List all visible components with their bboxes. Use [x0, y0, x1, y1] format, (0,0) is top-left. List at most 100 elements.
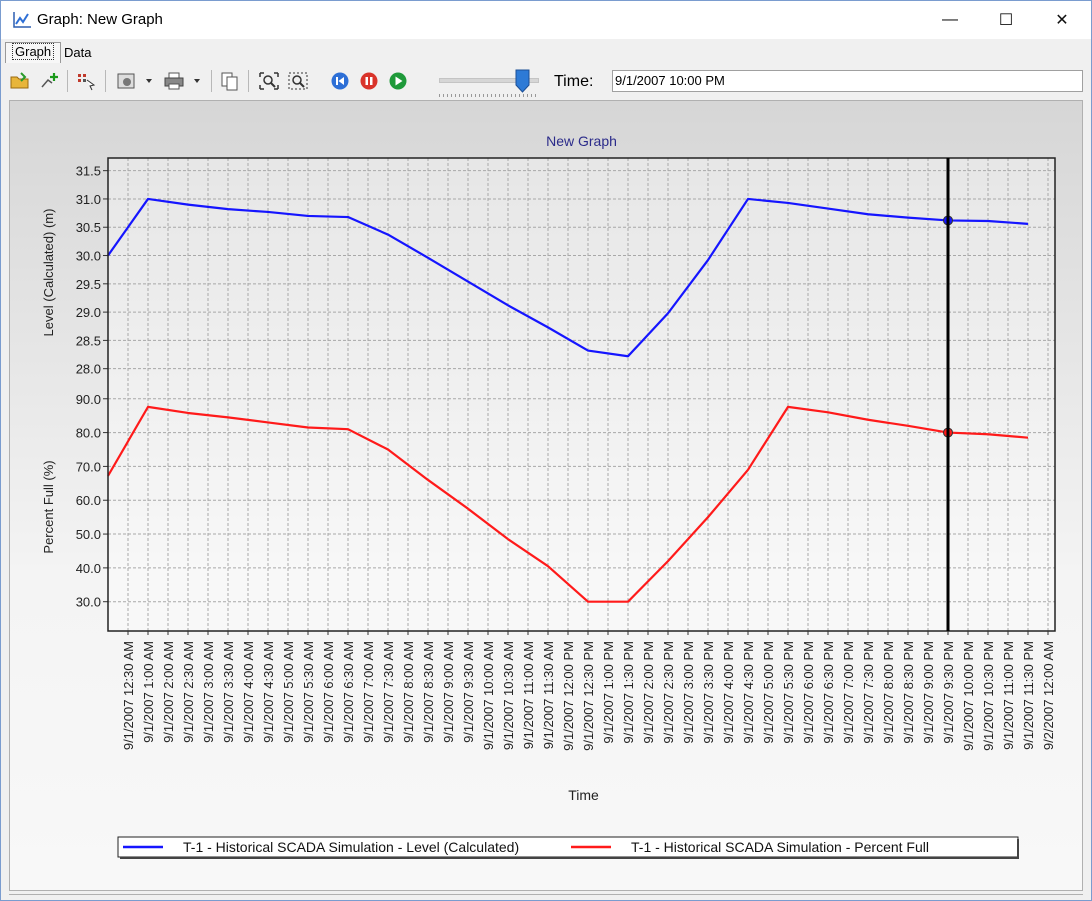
y-tick-label: 60.0 — [76, 493, 101, 508]
x-tick-label: 9/1/2007 10:00 PM — [961, 641, 976, 751]
print-icon[interactable] — [163, 71, 205, 91]
x-tick-label: 9/1/2007 6:30 AM — [341, 641, 356, 743]
y-tick-label: 30.5 — [76, 220, 101, 235]
open-folder-icon[interactable] — [9, 71, 31, 91]
tab-data[interactable]: Data — [58, 44, 97, 62]
graph-window: Graph: New Graph — ☐ ✕ Graph Data Time: … — [0, 0, 1092, 901]
x-tick-label: 9/1/2007 1:00 PM — [601, 641, 616, 744]
play-icon[interactable] — [387, 71, 409, 91]
x-tick-label: 9/1/2007 3:30 PM — [701, 641, 716, 744]
rewind-icon[interactable] — [329, 71, 351, 91]
settings-icon[interactable] — [115, 71, 157, 91]
x-tick-label: 9/1/2007 10:00 AM — [481, 641, 496, 750]
tab-graph[interactable]: Graph — [5, 42, 62, 63]
x-tick-label: 9/1/2007 3:30 AM — [221, 641, 236, 743]
panel-divider — [9, 894, 1083, 895]
y-axis-label: Level (Calculated) (m) — [41, 209, 56, 337]
y-tick-label: 40.0 — [76, 561, 101, 576]
y-tick-label: 50.0 — [76, 527, 101, 542]
toolbar-separator — [67, 70, 68, 92]
x-tick-label: 9/1/2007 5:00 PM — [761, 641, 776, 744]
toolbar-separator — [211, 70, 212, 92]
x-axis-label: Time — [568, 787, 599, 803]
x-tick-label: 9/1/2007 1:30 PM — [621, 641, 636, 744]
zoom-window-icon[interactable] — [287, 71, 309, 91]
x-tick-label: 9/1/2007 5:00 AM — [281, 641, 296, 743]
y-tick-label: 28.5 — [76, 333, 101, 348]
x-tick-label: 9/1/2007 4:00 AM — [241, 641, 256, 743]
x-tick-label: 9/1/2007 4:30 AM — [261, 641, 276, 743]
legend: T-1 - Historical SCADA Simulation - Leve… — [117, 836, 1019, 859]
series-select-icon[interactable] — [75, 71, 97, 91]
time-slider-ticks — [439, 94, 537, 97]
x-tick-label: 9/1/2007 6:00 PM — [801, 641, 816, 744]
zoom-extents-icon[interactable] — [258, 71, 280, 91]
tab-data-label: Data — [64, 45, 92, 60]
x-tick-label: 9/1/2007 2:30 PM — [661, 641, 676, 744]
x-tick-label: 9/1/2007 7:00 PM — [841, 641, 856, 744]
x-tick-label: 9/1/2007 9:00 PM — [921, 641, 936, 744]
toolbar-separator — [105, 70, 106, 92]
x-tick-label: 9/1/2007 9:30 PM — [941, 641, 956, 744]
x-tick-label: 9/1/2007 10:30 PM — [981, 641, 996, 751]
minimize-button[interactable]: — — [927, 1, 973, 39]
x-tick-label: 9/1/2007 7:00 AM — [361, 641, 376, 743]
toolbar-separator — [248, 70, 249, 92]
y-tick-label: 31.0 — [76, 192, 101, 207]
time-label: Time: — [554, 73, 594, 90]
add-series-icon[interactable] — [39, 71, 61, 91]
close-button[interactable]: ✕ — [1039, 1, 1085, 39]
time-input[interactable]: 9/1/2007 10:00 PM — [612, 70, 1083, 92]
y-tick-label: 80.0 — [76, 426, 101, 441]
x-tick-label: 9/1/2007 3:00 AM — [201, 641, 216, 743]
x-tick-label: 9/1/2007 5:30 PM — [781, 641, 796, 744]
x-tick-label: 9/1/2007 2:30 AM — [181, 641, 196, 743]
x-tick-label: 9/1/2007 9:30 AM — [461, 641, 476, 743]
y-tick-label: 31.5 — [76, 164, 101, 179]
x-tick-label: 9/1/2007 6:30 PM — [821, 641, 836, 744]
x-tick-label: 9/1/2007 10:30 AM — [501, 641, 516, 750]
x-tick-label: 9/2/2007 12:00 AM — [1041, 641, 1056, 750]
x-tick-label: 9/1/2007 11:00 PM — [1001, 641, 1016, 750]
x-tick-label: 9/1/2007 7:30 AM — [381, 641, 396, 743]
chart-panel: 28.0 28.5 29.0 29.5 30.0 30.5 31.0 31.5 Level (C… — [9, 100, 1083, 891]
tab-strip: Graph Data — [1, 40, 1091, 64]
x-tick-label: 9/1/2007 11:30 PM — [1021, 641, 1036, 750]
window-title: Graph: New Graph — [37, 11, 163, 28]
chart-title: New Graph — [546, 133, 617, 149]
y-tick-label: 29.5 — [76, 277, 101, 292]
pause-icon[interactable] — [358, 71, 380, 91]
y-axis-label: Percent Full (%) — [41, 460, 56, 553]
x-tick-label: 9/1/2007 8:30 PM — [901, 641, 916, 744]
maximize-button[interactable]: ☐ — [983, 1, 1029, 39]
x-tick-label: 9/1/2007 4:30 PM — [741, 641, 756, 744]
x-tick-label: 9/1/2007 8:30 AM — [421, 641, 436, 743]
tab-graph-label: Graph — [12, 43, 55, 60]
x-tick-label: 9/1/2007 11:30 AM — [541, 641, 556, 749]
x-tick-label: 9/1/2007 7:30 PM — [861, 641, 876, 744]
x-tick-label: 9/1/2007 3:00 PM — [681, 641, 696, 744]
x-tick-label: 9/1/2007 8:00 PM — [881, 641, 896, 744]
x-tick-label: 9/1/2007 12:30 PM — [581, 641, 596, 751]
x-tick-label: 9/1/2007 12:00 PM — [561, 641, 576, 751]
y-tick-label: 30.0 — [76, 249, 101, 264]
x-tick-label: 9/1/2007 5:30 AM — [301, 641, 316, 743]
y-tick-label: 70.0 — [76, 459, 101, 474]
copy-icon[interactable] — [219, 71, 241, 91]
legend-label: T-1 - Historical SCADA Simulation - Perc… — [631, 839, 929, 855]
y-tick-label: 28.0 — [76, 362, 101, 377]
chart-svg: 28.0 28.5 29.0 29.5 30.0 30.5 31.0 31.5 Level (C… — [41, 133, 1056, 859]
x-tick-label: 9/1/2007 2:00 AM — [161, 641, 176, 743]
x-tick-label: 9/1/2007 9:00 AM — [441, 641, 456, 743]
x-tick-label: 9/1/2007 8:00 AM — [401, 641, 416, 743]
x-tick-label: 9/1/2007 11:00 AM — [521, 641, 536, 749]
x-tick-label: 9/1/2007 6:00 AM — [321, 641, 336, 743]
y-tick-label: 30.0 — [76, 595, 101, 610]
x-tick-label: 9/1/2007 1:00 AM — [141, 641, 156, 743]
y-tick-label: 29.0 — [76, 305, 101, 320]
legend-label: T-1 - Historical SCADA Simulation - Leve… — [183, 839, 519, 855]
time-slider-thumb[interactable] — [515, 69, 530, 93]
title-bar[interactable]: Graph: New Graph — ☐ ✕ — [1, 1, 1091, 39]
x-tick-label: 9/1/2007 12:30 AM — [121, 641, 136, 750]
x-tick-label: 9/1/2007 2:00 PM — [641, 641, 656, 744]
